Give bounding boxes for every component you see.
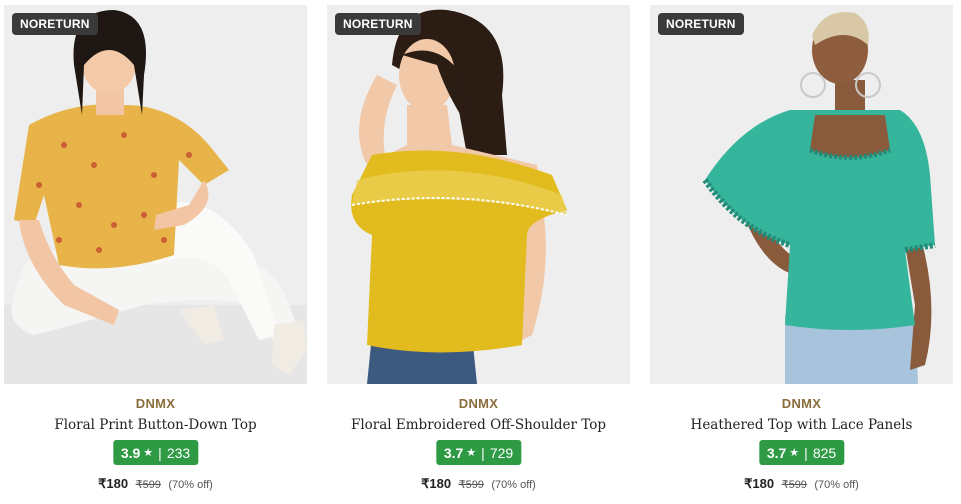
rating-separator: | (804, 444, 808, 461)
rating-badge[interactable]: 3.9 ★ | 233 (112, 440, 199, 465)
sale-price: ₹180 (744, 476, 775, 491)
product-image[interactable]: NORETURN (650, 5, 953, 384)
rating-badge[interactable]: 3.7 ★ | 729 (435, 440, 522, 465)
original-price: ₹599 (458, 479, 484, 491)
discount-text: (70% off) (168, 479, 213, 491)
star-icon: ★ (143, 447, 154, 459)
noreturn-badge: NORETURN (335, 13, 421, 35)
product-name[interactable]: Floral Print Button-Down Top (4, 417, 307, 433)
discount-text: (70% off) (491, 479, 536, 491)
rating-separator: | (158, 444, 162, 461)
star-icon: ★ (789, 447, 800, 459)
product-card[interactable]: NORETURN DNMX Heathered Top with Lace Pa… (650, 5, 953, 500)
rating-score: 3.7 (443, 444, 464, 461)
product-brand[interactable]: DNMX (4, 396, 307, 411)
product-photo-illustration (327, 5, 630, 384)
product-photo-illustration (4, 5, 307, 384)
sale-price: ₹180 (421, 476, 452, 491)
product-name[interactable]: Floral Embroidered Off-Shoulder Top (327, 417, 630, 433)
original-price: ₹599 (781, 479, 807, 491)
product-card[interactable]: NORETURN DNMX Floral Embroidered Off-Sho… (327, 5, 630, 500)
sale-price: ₹180 (98, 476, 129, 491)
discount-text: (70% off) (814, 479, 859, 491)
review-count: 825 (812, 444, 837, 461)
noreturn-badge: NORETURN (12, 13, 98, 35)
product-image[interactable]: NORETURN (4, 5, 307, 384)
rating-badge[interactable]: 3.7 ★ | 825 (758, 440, 845, 465)
original-price: ₹599 (135, 479, 161, 491)
product-image[interactable]: NORETURN (327, 5, 630, 384)
product-card[interactable]: NORETURN DNMX Floral Print Button-Down T… (4, 5, 307, 500)
review-count: 729 (489, 444, 514, 461)
rating-separator: | (481, 444, 485, 461)
price-row: ₹180 ₹599 (70% off) (327, 475, 630, 493)
price-row: ₹180 ₹599 (70% off) (650, 475, 953, 493)
noreturn-badge: NORETURN (658, 13, 744, 35)
product-grid: NORETURN DNMX Floral Print Button-Down T… (0, 0, 961, 504)
star-icon: ★ (466, 447, 477, 459)
product-brand[interactable]: DNMX (650, 396, 953, 411)
product-name[interactable]: Heathered Top with Lace Panels (650, 417, 953, 433)
rating-score: 3.9 (120, 444, 141, 461)
product-photo-illustration (650, 5, 953, 384)
rating-score: 3.7 (766, 444, 787, 461)
review-count: 233 (166, 444, 191, 461)
price-row: ₹180 ₹599 (70% off) (4, 475, 307, 493)
product-brand[interactable]: DNMX (327, 396, 630, 411)
